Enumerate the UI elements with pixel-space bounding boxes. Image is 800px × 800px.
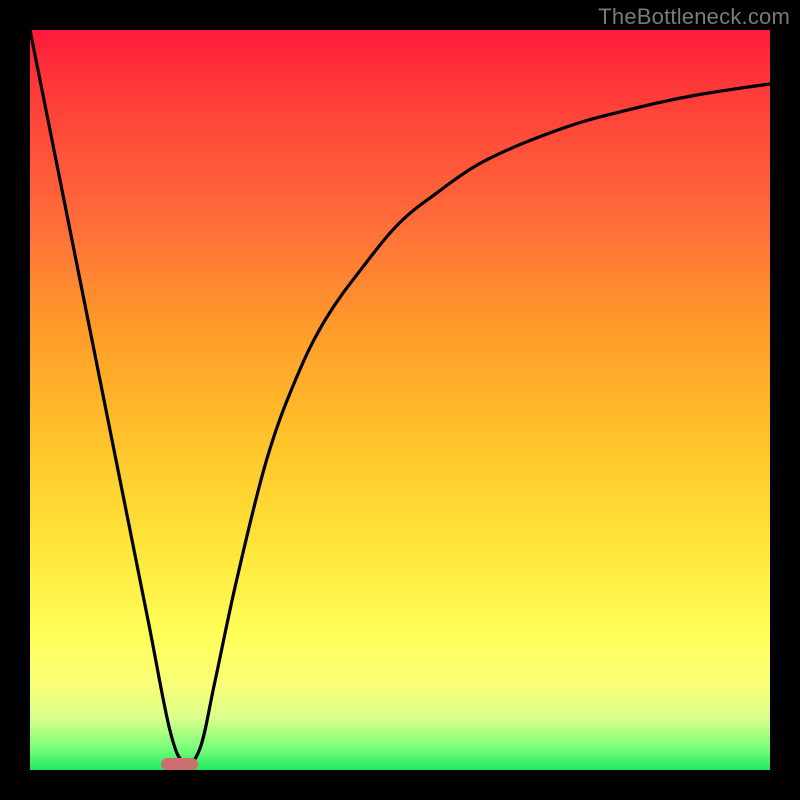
chart-frame: TheBottleneck.com bbox=[0, 0, 800, 800]
optimal-range-marker bbox=[161, 758, 198, 770]
plot-area bbox=[30, 30, 770, 770]
bottleneck-curve bbox=[30, 30, 770, 770]
watermark-text: TheBottleneck.com bbox=[598, 4, 790, 30]
